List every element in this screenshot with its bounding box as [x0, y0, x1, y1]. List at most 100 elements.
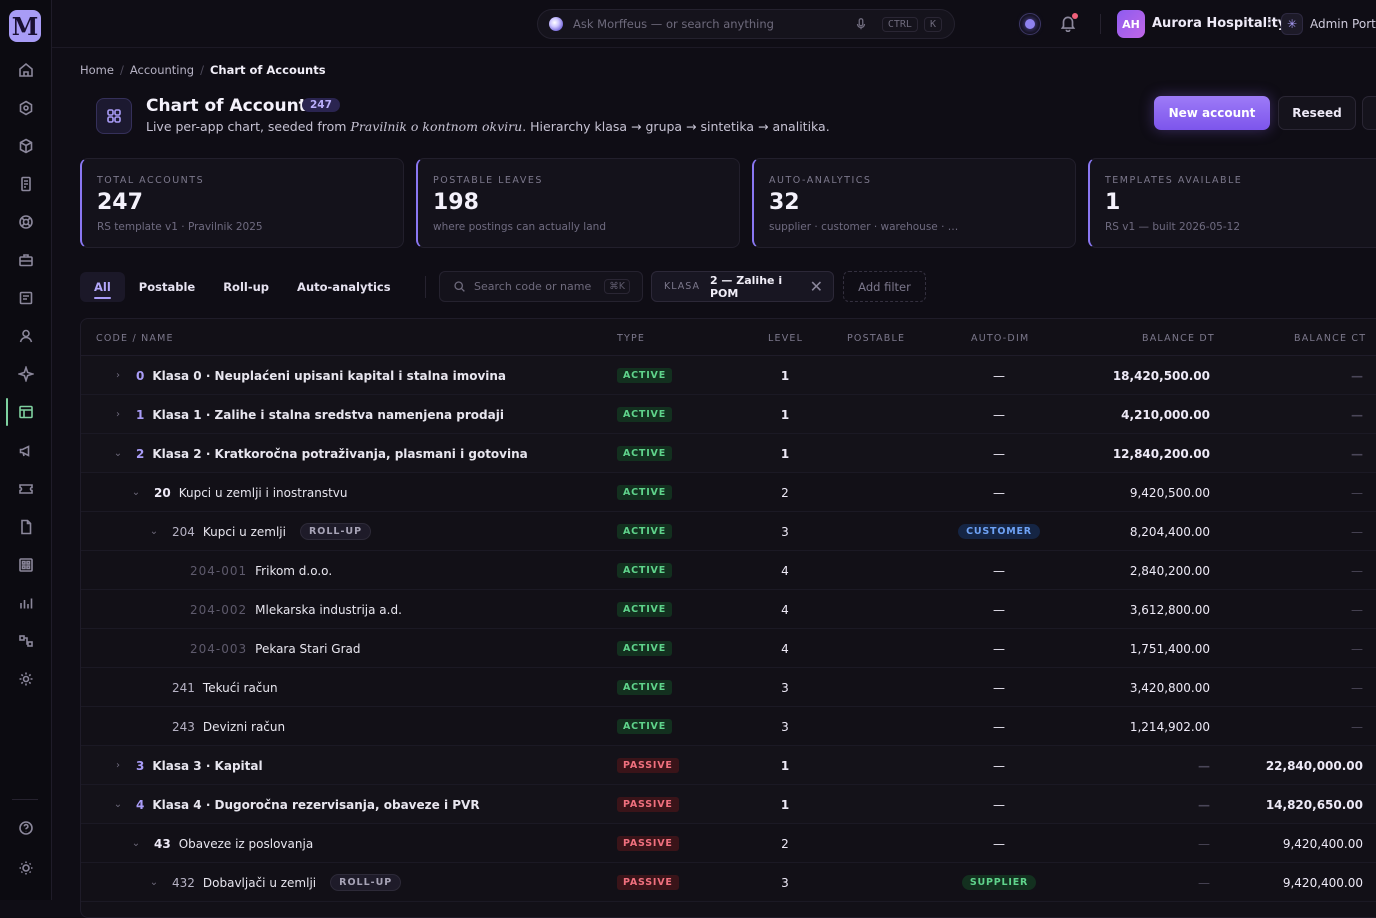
- stat-value: 32: [769, 190, 800, 215]
- table-row[interactable]: 241 Tekući račun ACTIVE 3 — 3,420,800.00 —: [81, 668, 1376, 707]
- settings-icon[interactable]: [14, 667, 38, 691]
- account-name[interactable]: Kupci u zemlji: [203, 525, 286, 539]
- theme-sun-icon[interactable]: [14, 856, 38, 880]
- table-row[interactable]: ⌄ 43 Obaveze iz poslovanja PASSIVE 2 — — 9,420,…: [81, 824, 1376, 863]
- account-name[interactable]: Kupci u zemlji i inostranstvu: [179, 486, 348, 500]
- expand-chevron-icon[interactable]: ›: [111, 760, 125, 771]
- new-account-button[interactable]: New account: [1154, 96, 1270, 130]
- microphone-icon[interactable]: [854, 17, 868, 31]
- account-name[interactable]: Mlekarska industrija a.d.: [255, 603, 402, 617]
- klasa-filter-chip[interactable]: KLASA 2 — Zalihe i POM ✕: [651, 271, 834, 302]
- account-name[interactable]: Klasa 1 · Zalihe i stalna sredstva namen…: [152, 408, 504, 422]
- expand-chevron-icon[interactable]: ⌄: [129, 487, 143, 498]
- account-name[interactable]: Tekući račun: [203, 681, 278, 695]
- briefcase-icon[interactable]: [14, 248, 38, 272]
- expand-chevron-icon[interactable]: ⌄: [147, 526, 161, 537]
- global-search[interactable]: Ask Morffeus — or search anything CTRL K: [537, 9, 955, 39]
- tab-roll-up[interactable]: Roll-up: [209, 272, 283, 302]
- table-row[interactable]: › 1 Klasa 1 · Zalihe i stalna sredstva nam…: [81, 395, 1376, 434]
- user-icon[interactable]: [14, 324, 38, 348]
- portal-link[interactable]: Admin Portal: [1310, 17, 1376, 31]
- expand-chevron-icon[interactable]: ⌄: [147, 877, 161, 888]
- search-icon: [454, 281, 465, 292]
- table-row[interactable]: 204-003 Pekara Stari Grad ACTIVE 4 — 1,751,40…: [81, 629, 1376, 668]
- file-icon[interactable]: [14, 515, 38, 539]
- table-row[interactable]: › 3 Klasa 3 · Kapital PASSIVE 1 — — 22,840,000.…: [81, 746, 1376, 785]
- table-row[interactable]: › 0 Klasa 0 · Neuplaćeni upisani kapital i…: [81, 356, 1376, 395]
- balance-ct: 14,820,650.00: [1265, 797, 1363, 812]
- help-icon[interactable]: [14, 816, 38, 840]
- level-value: 1: [780, 368, 790, 383]
- account-name[interactable]: Klasa 4 · Dugoročna rezervisanja, obavez…: [152, 798, 479, 812]
- account-name[interactable]: Klasa 2 · Kratkoročna potraživanja, plas…: [152, 447, 527, 461]
- auto-dim-empty: —: [993, 485, 1005, 500]
- col-type[interactable]: TYPE: [617, 333, 645, 344]
- table-row[interactable]: 204-001 Frikom d.o.o. ACTIVE 4 — 2,840,200.00…: [81, 551, 1376, 590]
- expand-chevron-icon[interactable]: ›: [111, 370, 125, 381]
- tab-auto-analytics[interactable]: Auto-analytics: [283, 272, 405, 302]
- org-name[interactable]: Aurora Hospitality: [1152, 16, 1286, 31]
- document-list-icon[interactable]: [14, 286, 38, 310]
- col-auto-dim[interactable]: AUTO-DIM: [971, 333, 1029, 344]
- table-row[interactable]: ⌄ 432 Dobavljači u zemlji ROLL-UP PASSIVE 3 SU…: [81, 863, 1376, 902]
- table-row[interactable]: 243 Devizni račun ACTIVE 3 — 1,214,902.00 —: [81, 707, 1376, 746]
- more-actions-button[interactable]: [1362, 96, 1376, 130]
- account-name[interactable]: Klasa 0 · Neuplaćeni upisani kapital i s…: [152, 369, 506, 383]
- cube-icon[interactable]: [14, 134, 38, 158]
- ledger-table-icon[interactable]: [14, 400, 38, 424]
- account-name[interactable]: Frikom d.o.o.: [255, 564, 332, 578]
- account-name[interactable]: Klasa 3 · Kapital: [152, 759, 262, 773]
- sparkle-icon[interactable]: [14, 362, 38, 386]
- close-icon[interactable]: ✕: [810, 277, 823, 296]
- auto-dim-empty: —: [993, 719, 1005, 734]
- table-row[interactable]: ⌄ 20 Kupci u zemlji i inostranstvu ACTIVE 2 —…: [81, 473, 1376, 512]
- expand-chevron-icon[interactable]: ⌄: [111, 799, 125, 810]
- account-name[interactable]: Devizni račun: [203, 720, 285, 734]
- expand-chevron-icon[interactable]: ⌄: [129, 838, 143, 849]
- account-name[interactable]: Pekara Stari Grad: [255, 642, 360, 656]
- table-row[interactable]: 204-002 Mlekarska industrija a.d. ACTIVE 4 —…: [81, 590, 1376, 629]
- accounts-table: CODE / NAME TYPE LEVEL POSTABLE AUTO-DIM…: [80, 318, 1376, 918]
- col-level[interactable]: LEVEL: [768, 333, 803, 344]
- table-row[interactable]: ⌄ 204 Kupci u zemlji ROLL-UP ACTIVE 3 CUSTOMER…: [81, 512, 1376, 551]
- receipt-icon[interactable]: [14, 172, 38, 196]
- reseed-button[interactable]: Reseed: [1278, 96, 1356, 130]
- account-name[interactable]: Dobavljači u zemlji: [203, 876, 316, 890]
- type-badge: ACTIVE: [617, 641, 672, 656]
- ai-assistant-button[interactable]: [1019, 13, 1041, 35]
- account-search-input[interactable]: Search code or name ⌘K: [439, 271, 643, 302]
- account-code: 2: [136, 446, 145, 461]
- table-row[interactable]: ⌄ 4 Klasa 4 · Dugoročna rezervisanja, obav…: [81, 785, 1376, 824]
- portal-icon[interactable]: ✳: [1281, 13, 1303, 35]
- account-name[interactable]: Obaveze iz poslovanja: [179, 837, 313, 851]
- type-badge: ACTIVE: [617, 524, 672, 539]
- breadcrumb-home[interactable]: Home: [80, 63, 114, 77]
- hexagon-icon[interactable]: [14, 96, 38, 120]
- type-badge: PASSIVE: [617, 797, 679, 812]
- bar-chart-icon[interactable]: [14, 591, 38, 615]
- type-badge: ACTIVE: [617, 563, 672, 578]
- col-postable[interactable]: POSTABLE: [847, 333, 905, 344]
- breadcrumb-accounting[interactable]: Accounting: [130, 63, 194, 77]
- megaphone-icon[interactable]: [14, 439, 38, 463]
- ticket-icon[interactable]: [14, 477, 38, 501]
- table-row[interactable]: ⌄ 2 Klasa 2 · Kratkoročna potraživanja, pl…: [81, 434, 1376, 473]
- tab-postable[interactable]: Postable: [125, 272, 209, 302]
- grid-icon[interactable]: [14, 553, 38, 577]
- add-filter-button[interactable]: Add filter: [843, 271, 926, 302]
- tab-all[interactable]: All: [80, 272, 125, 302]
- expand-chevron-icon[interactable]: ›: [111, 409, 125, 420]
- app-logo[interactable]: M: [9, 10, 41, 42]
- col-balance-dt[interactable]: BALANCE DT: [1142, 333, 1215, 344]
- home-icon[interactable]: [14, 58, 38, 82]
- expand-chevron-icon[interactable]: ⌄: [111, 448, 125, 459]
- org-avatar[interactable]: AH: [1117, 10, 1145, 38]
- level-value: 1: [780, 446, 790, 461]
- workflow-icon[interactable]: [14, 629, 38, 653]
- balance-dt: 3,420,800.00: [1129, 680, 1210, 695]
- auto-dim-empty: —: [993, 563, 1005, 578]
- col-balance-ct[interactable]: BALANCE CT: [1294, 333, 1366, 344]
- col-code-name[interactable]: CODE / NAME: [96, 333, 174, 344]
- lifebuoy-icon[interactable]: [14, 210, 38, 234]
- account-code: 204-002: [190, 602, 248, 617]
